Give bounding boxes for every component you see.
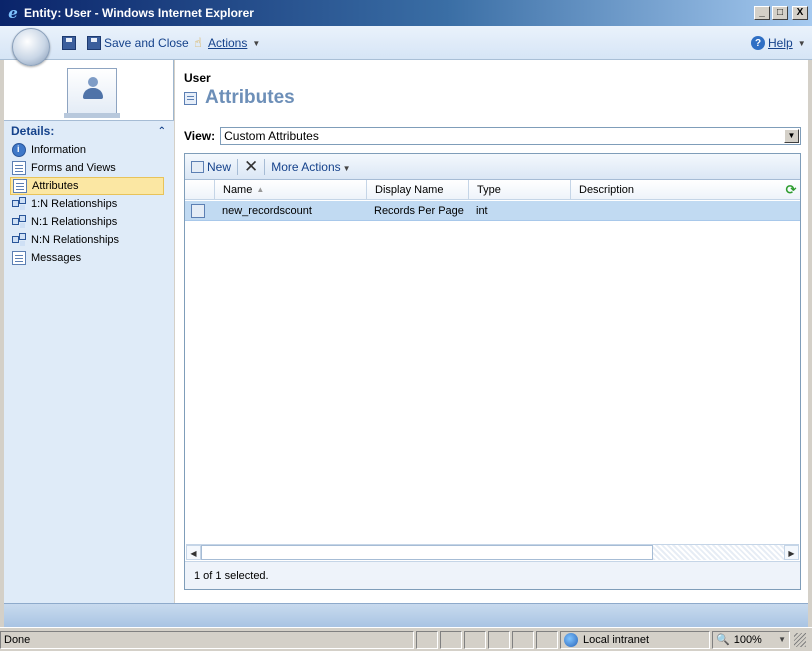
collapse-icon[interactable]: ⌃ [158, 126, 166, 137]
left-navigation-panel: Details: ⌃ Information Forms and Views A… [4, 60, 174, 603]
intranet-globe-icon [564, 632, 578, 647]
attributes-grid: New ✕ More Actions ▼ Name ▲ Display Name … [184, 153, 801, 590]
select-column-header[interactable] [185, 180, 214, 200]
status-text: Done [0, 630, 414, 649]
form-footer-band [4, 603, 808, 627]
grid-header: Name ▲ Display Name Type Description ⟳ [185, 179, 800, 200]
nav-item-information[interactable]: Information [10, 141, 164, 159]
nav-item-attributes[interactable]: Attributes [10, 177, 164, 195]
status-pane [416, 630, 438, 649]
attribute-row-icon [191, 203, 205, 218]
save-icon [62, 36, 76, 50]
nav-item-1n-relationships[interactable]: 1:N Relationships [10, 195, 164, 213]
details-header: Details: ⌃ [11, 124, 166, 138]
more-actions-button[interactable]: More Actions ▼ [271, 160, 350, 174]
main-content: User Attributes View: Custom Attributes … [175, 60, 808, 603]
save-and-close-label: Save and Close [104, 36, 189, 50]
table-row[interactable]: new_recordscount Records Per Page int [185, 201, 800, 221]
zoom-level[interactable]: 🔍 100% ▼ [712, 630, 790, 649]
view-select[interactable]: Custom Attributes ▼ [220, 127, 801, 145]
chevron-down-icon: ▼ [342, 163, 351, 173]
resize-grip-icon[interactable] [794, 632, 806, 647]
new-button[interactable]: New [191, 160, 231, 174]
view-selector-row: View: Custom Attributes ▼ [184, 126, 801, 146]
nav-item-forms-and-views[interactable]: Forms and Views [10, 159, 164, 177]
chevron-down-icon: ▼ [797, 38, 806, 48]
sort-ascending-icon: ▲ [256, 185, 265, 194]
scroll-right-icon[interactable]: ▶ [784, 545, 799, 560]
cell-name: new_recordscount [222, 204, 312, 217]
actions-label: Actions [208, 36, 248, 50]
close-button[interactable]: X [792, 6, 808, 20]
status-pane [488, 630, 510, 649]
actions-hand-icon: ☝ [194, 35, 202, 50]
relationship-icon [12, 233, 26, 247]
security-zone[interactable]: Local intranet [560, 630, 710, 649]
info-icon [12, 143, 26, 157]
form-toolbar: Save and Close ☝ Actions ▼ ? Help ▼ [0, 26, 812, 66]
help-label: Help [768, 36, 793, 50]
column-header-display-name[interactable]: Display Name [366, 179, 468, 200]
grid-footer: 1 of 1 selected. [185, 561, 800, 589]
column-header-type[interactable]: Type [468, 179, 570, 200]
nav-item-messages[interactable]: Messages [10, 249, 164, 267]
view-label: View: [184, 129, 216, 143]
chevron-down-icon: ▼ [252, 38, 261, 48]
nav-item-nn-relationships[interactable]: N:N Relationships [10, 231, 164, 249]
save-and-close-button[interactable]: Save and Close [87, 34, 189, 52]
save-and-close-icon [87, 36, 101, 50]
scroll-left-icon[interactable]: ◀ [186, 545, 201, 560]
status-pane [464, 630, 486, 649]
status-pane [512, 630, 534, 649]
relationship-icon [12, 197, 26, 211]
scrollbar-thumb[interactable] [201, 545, 653, 560]
nav-item-n1-relationships[interactable]: N:1 Relationships [10, 213, 164, 231]
crm-logo-icon[interactable] [12, 28, 50, 66]
maximize-button[interactable]: □ [772, 6, 788, 20]
help-menu-button[interactable]: ? Help ▼ [751, 34, 806, 52]
minimize-button[interactable]: _ [754, 6, 770, 20]
window-title-bar: e Entity: User - Windows Internet Explor… [0, 0, 812, 26]
forms-icon [12, 161, 26, 175]
details-nav: Details: ⌃ Information Forms and Views A… [4, 120, 174, 603]
zoom-icon: 🔍 [716, 634, 730, 646]
window-title: Entity: User - Windows Internet Explorer [24, 6, 254, 20]
status-pane [536, 630, 558, 649]
attributes-icon [13, 179, 27, 193]
new-record-icon [191, 161, 204, 174]
cell-description [570, 201, 780, 221]
user-entity-icon [64, 68, 120, 118]
help-icon: ? [751, 36, 765, 50]
refresh-icon[interactable]: ⟳ [784, 183, 798, 197]
delete-icon[interactable]: ✕ [244, 158, 258, 175]
horizontal-scrollbar[interactable]: ◀ ▶ [186, 544, 799, 560]
entity-name: User [184, 71, 211, 85]
messages-icon [12, 251, 26, 265]
column-header-description[interactable]: Description [570, 179, 780, 200]
chevron-down-icon: ▼ [778, 635, 786, 644]
internet-explorer-icon: e [8, 4, 18, 22]
save-button[interactable] [62, 34, 76, 52]
page-title: Attributes [205, 87, 295, 108]
cell-type: int [476, 204, 488, 217]
cell-display-name: Records Per Page [374, 204, 464, 217]
grid-toolbar: New ✕ More Actions ▼ [185, 154, 800, 180]
status-pane [440, 630, 462, 649]
actions-menu-button[interactable]: ☝ Actions ▼ [191, 34, 260, 52]
relationship-icon [12, 215, 26, 229]
scrollbar-track[interactable] [653, 545, 784, 560]
selection-count: 1 of 1 selected. [194, 569, 269, 582]
attributes-icon [184, 91, 197, 105]
toolbar-separator [237, 158, 239, 175]
toolbar-separator [264, 158, 266, 175]
browser-status-bar: Done Local intranet 🔍 100% ▼ [0, 627, 812, 651]
chevron-down-icon[interactable]: ▼ [784, 129, 799, 143]
column-header-name[interactable]: Name ▲ [214, 179, 366, 200]
